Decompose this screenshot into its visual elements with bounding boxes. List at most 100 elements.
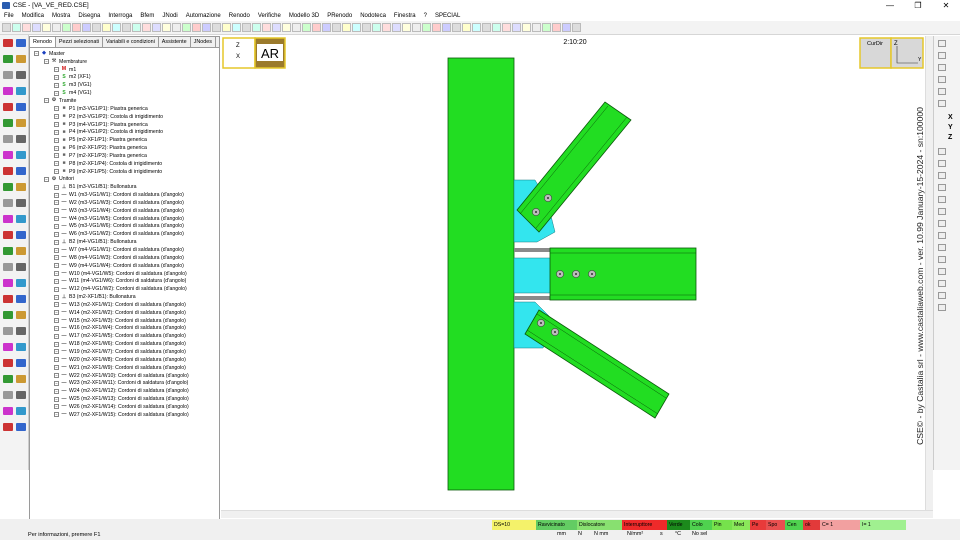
left-tool-icon[interactable] <box>3 359 13 367</box>
tree-node[interactable]: − ⊥ B2 (m4-VG1/B1): Bullonatura <box>30 238 219 246</box>
maximize-button[interactable]: ❐ <box>904 0 932 11</box>
tree-expand-toggle[interactable]: − <box>54 341 59 347</box>
tab-jnodes[interactable]: JNodes <box>191 37 216 47</box>
right-tool-icon[interactable] <box>938 208 946 215</box>
menu-item[interactable]: File <box>0 13 18 19</box>
tree-expand-toggle[interactable]: − <box>54 122 59 128</box>
axis-y-button[interactable]: Y <box>948 124 953 131</box>
left-tool-icon[interactable] <box>16 151 26 159</box>
tree-expand-toggle[interactable]: − <box>54 310 59 316</box>
tree-expand-toggle[interactable]: − <box>54 67 59 73</box>
tree-node[interactable]: − — W19 (m2-XF1/W7): Cordoni di saldatura … <box>30 348 219 356</box>
tree-node[interactable]: − — W22 (m2-XF1/W10): Cordoni di saldatura… <box>30 372 219 380</box>
menu-item[interactable]: JNodi <box>158 13 181 19</box>
tree-node[interactable]: − — W4 (m3-VG1/W5): Cordoni di saldatura (… <box>30 215 219 223</box>
tree-expand-toggle[interactable]: − <box>54 286 59 292</box>
toolbar-tool-icon[interactable] <box>62 23 71 32</box>
toolbar-tool-icon[interactable] <box>512 23 521 32</box>
tree-expand-toggle[interactable]: − <box>44 59 49 65</box>
tree-expand-toggle[interactable]: − <box>54 169 59 175</box>
toolbar-tool-icon[interactable] <box>422 23 431 32</box>
left-tool-icon[interactable] <box>3 39 13 47</box>
minimize-button[interactable]: — <box>876 0 904 11</box>
tree-node[interactable]: − ⊥ B1 (m3-VG1/B1): Bullonatura <box>30 183 219 191</box>
left-tool-icon[interactable] <box>16 231 26 239</box>
menu-item[interactable]: Bfem <box>136 13 158 19</box>
tree-expand-toggle[interactable]: − <box>54 412 59 418</box>
toolbar-tool-icon[interactable] <box>242 23 251 32</box>
left-tool-icon[interactable] <box>16 343 26 351</box>
left-tool-icon[interactable] <box>16 311 26 319</box>
tree-node[interactable]: − — W2 (m3-VG1/W3): Cordoni di saldatura (… <box>30 199 219 207</box>
tree-expand-toggle[interactable]: − <box>54 325 59 331</box>
menu-item[interactable]: Modello 3D <box>285 13 323 19</box>
tree-expand-toggle[interactable]: − <box>54 239 59 245</box>
tree-expand-toggle[interactable]: − <box>54 349 59 355</box>
toolbar-tool-icon[interactable] <box>392 23 401 32</box>
tree-node[interactable]: − — W6 (m3-VG1/W2): Cordoni di saldatura (… <box>30 230 219 238</box>
tree-expand-toggle[interactable]: − <box>54 365 59 371</box>
tree-expand-toggle[interactable]: − <box>54 302 59 308</box>
menu-item[interactable]: ? <box>420 13 431 19</box>
tree-node[interactable]: − ■ P6 (m2-XF1/P2): Piastra generica <box>30 144 219 152</box>
right-tool-icon[interactable] <box>938 88 946 95</box>
toolbar-tool-icon[interactable] <box>32 23 41 32</box>
vertical-scrollbar[interactable] <box>925 36 933 510</box>
left-tool-icon[interactable] <box>16 39 26 47</box>
menu-item[interactable]: SPECIAL <box>431 13 464 19</box>
toolbar-tool-icon[interactable] <box>112 23 121 32</box>
tree-expand-toggle[interactable]: − <box>34 51 39 57</box>
left-tool-icon[interactable] <box>3 279 13 287</box>
left-tool-icon[interactable] <box>16 247 26 255</box>
tree-expand-toggle[interactable]: − <box>54 216 59 222</box>
left-tool-icon[interactable] <box>16 295 26 303</box>
toolbar-tool-icon[interactable] <box>402 23 411 32</box>
tree-expand-toggle[interactable]: − <box>54 318 59 324</box>
tree-expand-toggle[interactable]: − <box>54 278 59 284</box>
right-tool-icon[interactable] <box>938 244 946 251</box>
toolbar-tool-icon[interactable] <box>22 23 31 32</box>
left-tool-icon[interactable] <box>16 183 26 191</box>
toolbar-tool-icon[interactable] <box>542 23 551 32</box>
right-tool-icon[interactable] <box>938 232 946 239</box>
tree-expand-toggle[interactable]: − <box>54 192 59 198</box>
left-tool-icon[interactable] <box>16 375 26 383</box>
tree-node[interactable]: − — W26 (m2-XF1/W14): Cordoni di saldatura… <box>30 403 219 411</box>
toolbar-tool-icon[interactable] <box>312 23 321 32</box>
horizontal-member-m2[interactable] <box>549 247 697 301</box>
left-tool-icon[interactable] <box>3 375 13 383</box>
left-tool-icon[interactable] <box>16 359 26 367</box>
tree-node[interactable]: − ■ P3 (m4-VG1/P1): Piastra generica <box>30 121 219 129</box>
toolbar-tool-icon[interactable] <box>412 23 421 32</box>
toolbar-tool-icon[interactable] <box>482 23 491 32</box>
tree-node[interactable]: − — W18 (m2-XF1/W6): Cordoni di saldatura … <box>30 340 219 348</box>
tree-expand-toggle[interactable]: − <box>54 184 59 190</box>
tree-node[interactable]: − ⊥ B3 (m2-XF1/B1): Bullonatura <box>30 293 219 301</box>
tree-expand-toggle[interactable]: − <box>54 380 59 386</box>
tree-expand-toggle[interactable]: − <box>54 396 59 402</box>
tree-node[interactable]: − — W24 (m2-XF1/W12): Cordoni di saldatura… <box>30 387 219 395</box>
right-tool-icon[interactable] <box>938 172 946 179</box>
menu-item[interactable]: Interroga <box>104 13 136 19</box>
toolbar-tool-icon[interactable] <box>532 23 541 32</box>
drawing-canvas[interactable]: Z X AR 2:10:20 CurDir Z Y <box>221 36 925 510</box>
left-tool-icon[interactable] <box>3 391 13 399</box>
tree-expand-toggle[interactable]: − <box>54 333 59 339</box>
tree-expand-toggle[interactable]: − <box>54 106 59 112</box>
left-tool-icon[interactable] <box>16 55 26 63</box>
right-tool-icon[interactable] <box>938 256 946 263</box>
tree-node[interactable]: − Sm4 (VG1) <box>30 89 219 97</box>
left-tool-icon[interactable] <box>3 311 13 319</box>
tree-expand-toggle[interactable]: − <box>54 231 59 237</box>
tree-expand-toggle[interactable]: − <box>54 255 59 261</box>
toolbar-tool-icon[interactable] <box>252 23 261 32</box>
toolbar-tool-icon[interactable] <box>12 23 21 32</box>
tree-node[interactable]: − — W21 (m2-XF1/W9): Cordoni di saldatura … <box>30 364 219 372</box>
left-tool-icon[interactable] <box>16 103 26 111</box>
tree-node[interactable]: − — W23 (m2-XF1/W11): Cordoni di saldatura… <box>30 379 219 387</box>
left-tool-icon[interactable] <box>3 103 13 111</box>
menu-item[interactable]: Verifiche <box>254 13 285 19</box>
left-tool-icon[interactable] <box>3 231 13 239</box>
toolbar-tool-icon[interactable] <box>452 23 461 32</box>
toolbar-tool-icon[interactable] <box>92 23 101 32</box>
